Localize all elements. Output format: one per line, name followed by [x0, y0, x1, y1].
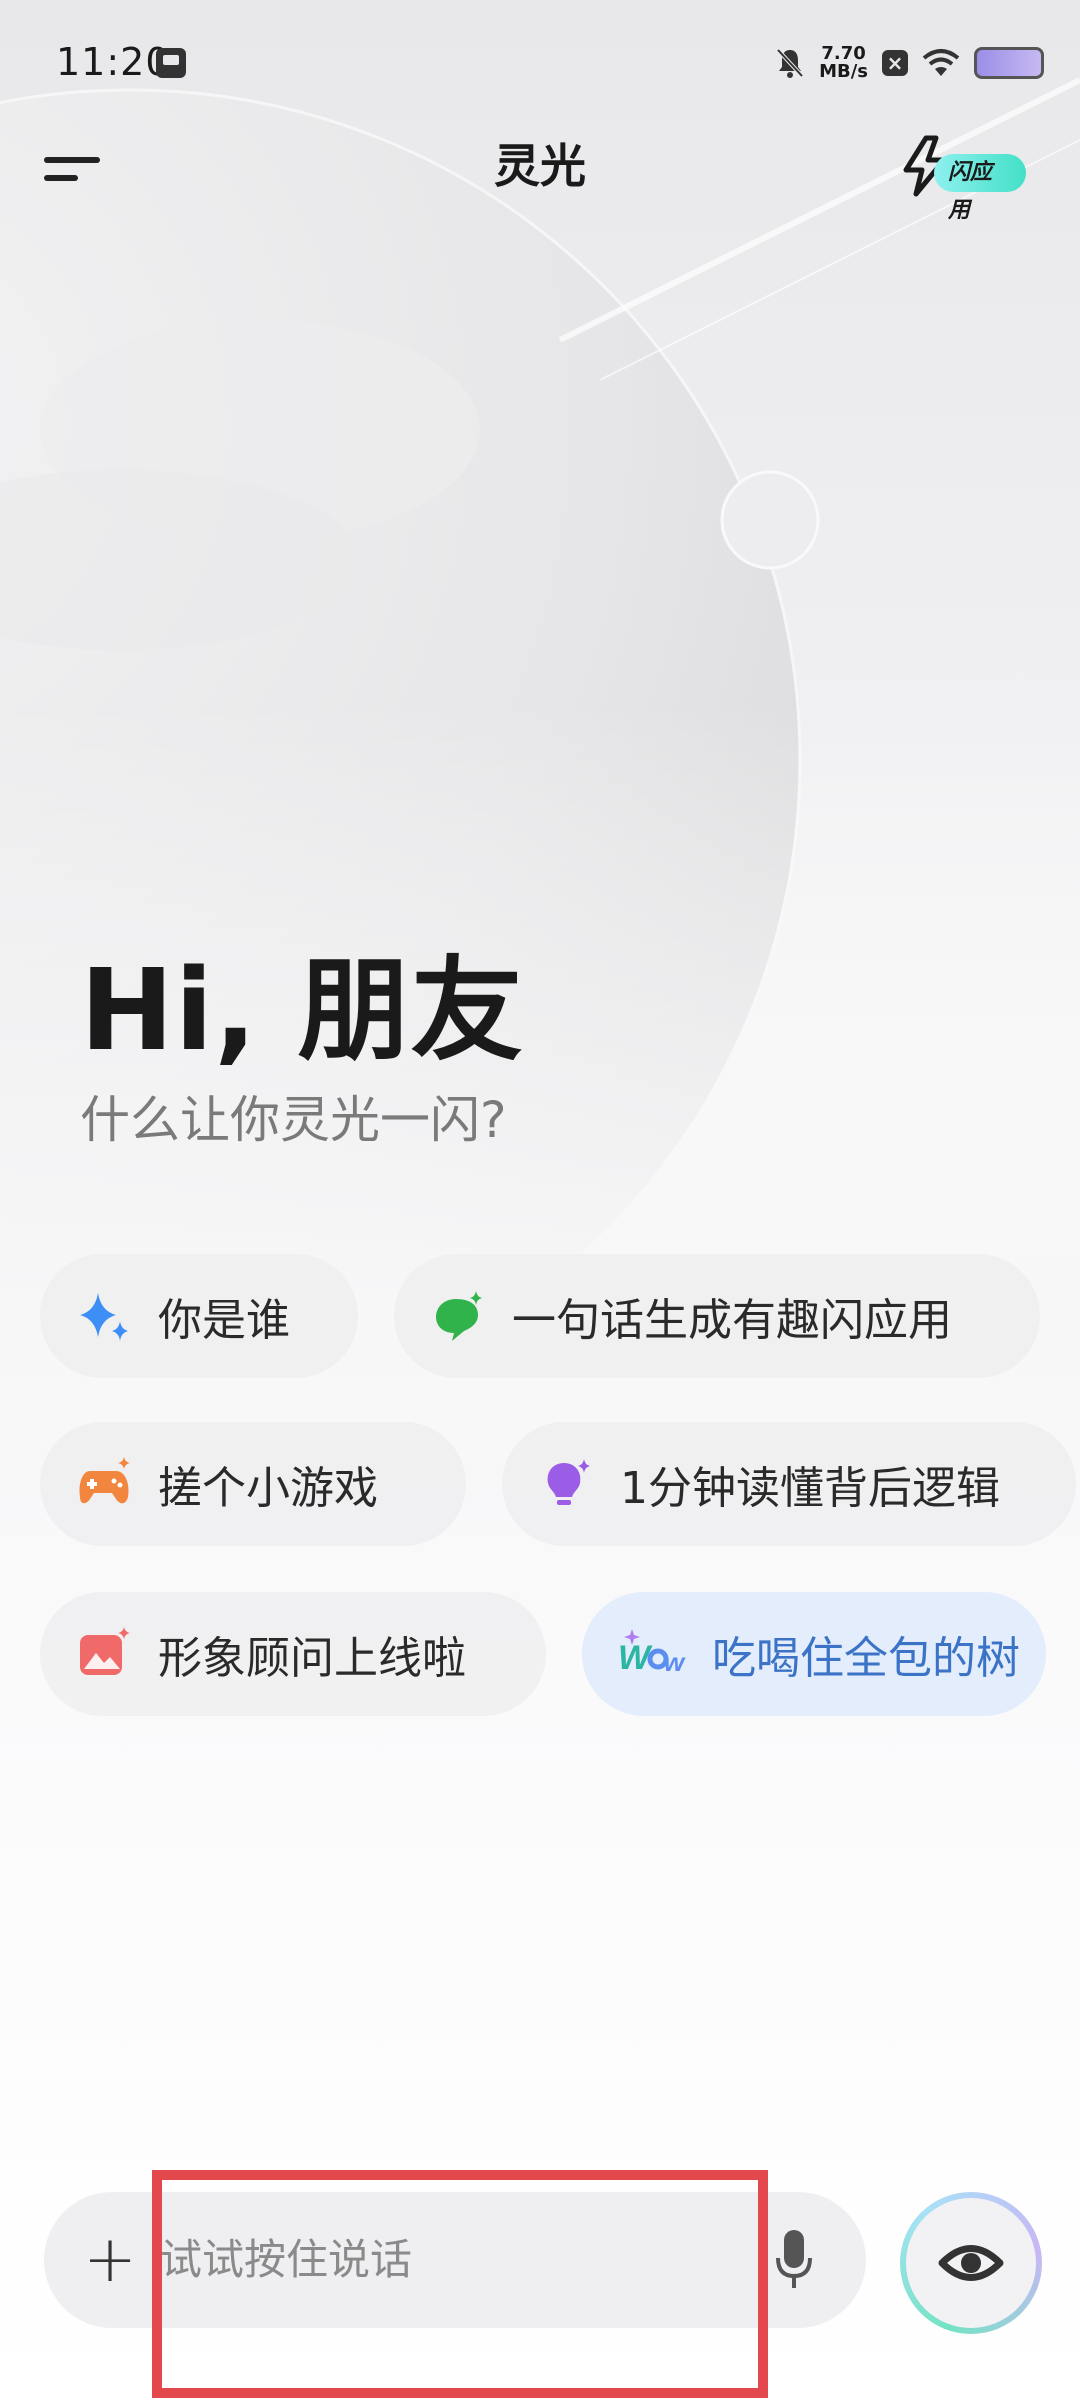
chip-label: 吃喝住全包的树 [712, 1633, 1020, 1684]
wifi-icon [922, 49, 960, 76]
gamepad-icon [79, 1457, 130, 1504]
greeting-subtitle: 什么让你灵光一闪? [80, 1091, 507, 1149]
flash-app-label: 闪应用 [934, 154, 1026, 223]
microphone-icon[interactable] [774, 2228, 814, 2292]
flash-app-button[interactable]: 闪应用 [896, 134, 1026, 223]
wow-icon: W w [618, 1629, 686, 1677]
suggestion-chip-mini-game[interactable]: 搓个小游戏 [40, 1422, 466, 1546]
mute-bell-icon [776, 48, 804, 78]
screenshot-icon [156, 48, 186, 78]
notification-x-icon: × [882, 50, 908, 76]
image-icon [80, 1627, 130, 1675]
suggestion-chip-image-consultant[interactable]: 形象顾问上线啦 [40, 1592, 546, 1716]
highlight-box [152, 2170, 768, 2398]
plus-icon[interactable]: + [80, 2218, 140, 2302]
chip-label: 一句话生成有趣闪应用 [512, 1295, 952, 1346]
lightbulb-icon [547, 1459, 590, 1505]
network-speed: 7.70 MB/s [819, 45, 868, 81]
chip-label: 搓个小游戏 [158, 1463, 378, 1514]
speed-unit: MB/s [819, 61, 868, 82]
status-time: 11:20 [56, 40, 171, 84]
chip-label: 形象顾问上线啦 [158, 1633, 466, 1684]
status-bar: 11:20 7.70 MB/s × [0, 0, 1080, 120]
suggestion-chip-understand-logic[interactable]: 1分钟读懂背后逻辑 [502, 1422, 1076, 1546]
chip-label: 1分钟读懂背后逻辑 [620, 1463, 1000, 1514]
vision-button[interactable] [900, 2192, 1042, 2334]
sparkle-icon [80, 1293, 128, 1341]
suggestion-chip-tree[interactable]: W w 吃喝住全包的树 [582, 1592, 1046, 1716]
battery-icon [974, 47, 1044, 79]
chat-bubble-icon [436, 1291, 482, 1341]
svg-text:w: w [664, 1647, 686, 1677]
suggestion-chip-generate-app[interactable]: 一句话生成有趣闪应用 [394, 1254, 1040, 1378]
header: 灵光 闪应用 [0, 120, 1080, 223]
greeting-title: Hi, 朋友 [80, 946, 524, 1076]
suggestion-chip-who-are-you[interactable]: 你是谁 [40, 1254, 358, 1378]
eye-icon [938, 2245, 1004, 2281]
chip-label: 你是谁 [158, 1295, 290, 1346]
